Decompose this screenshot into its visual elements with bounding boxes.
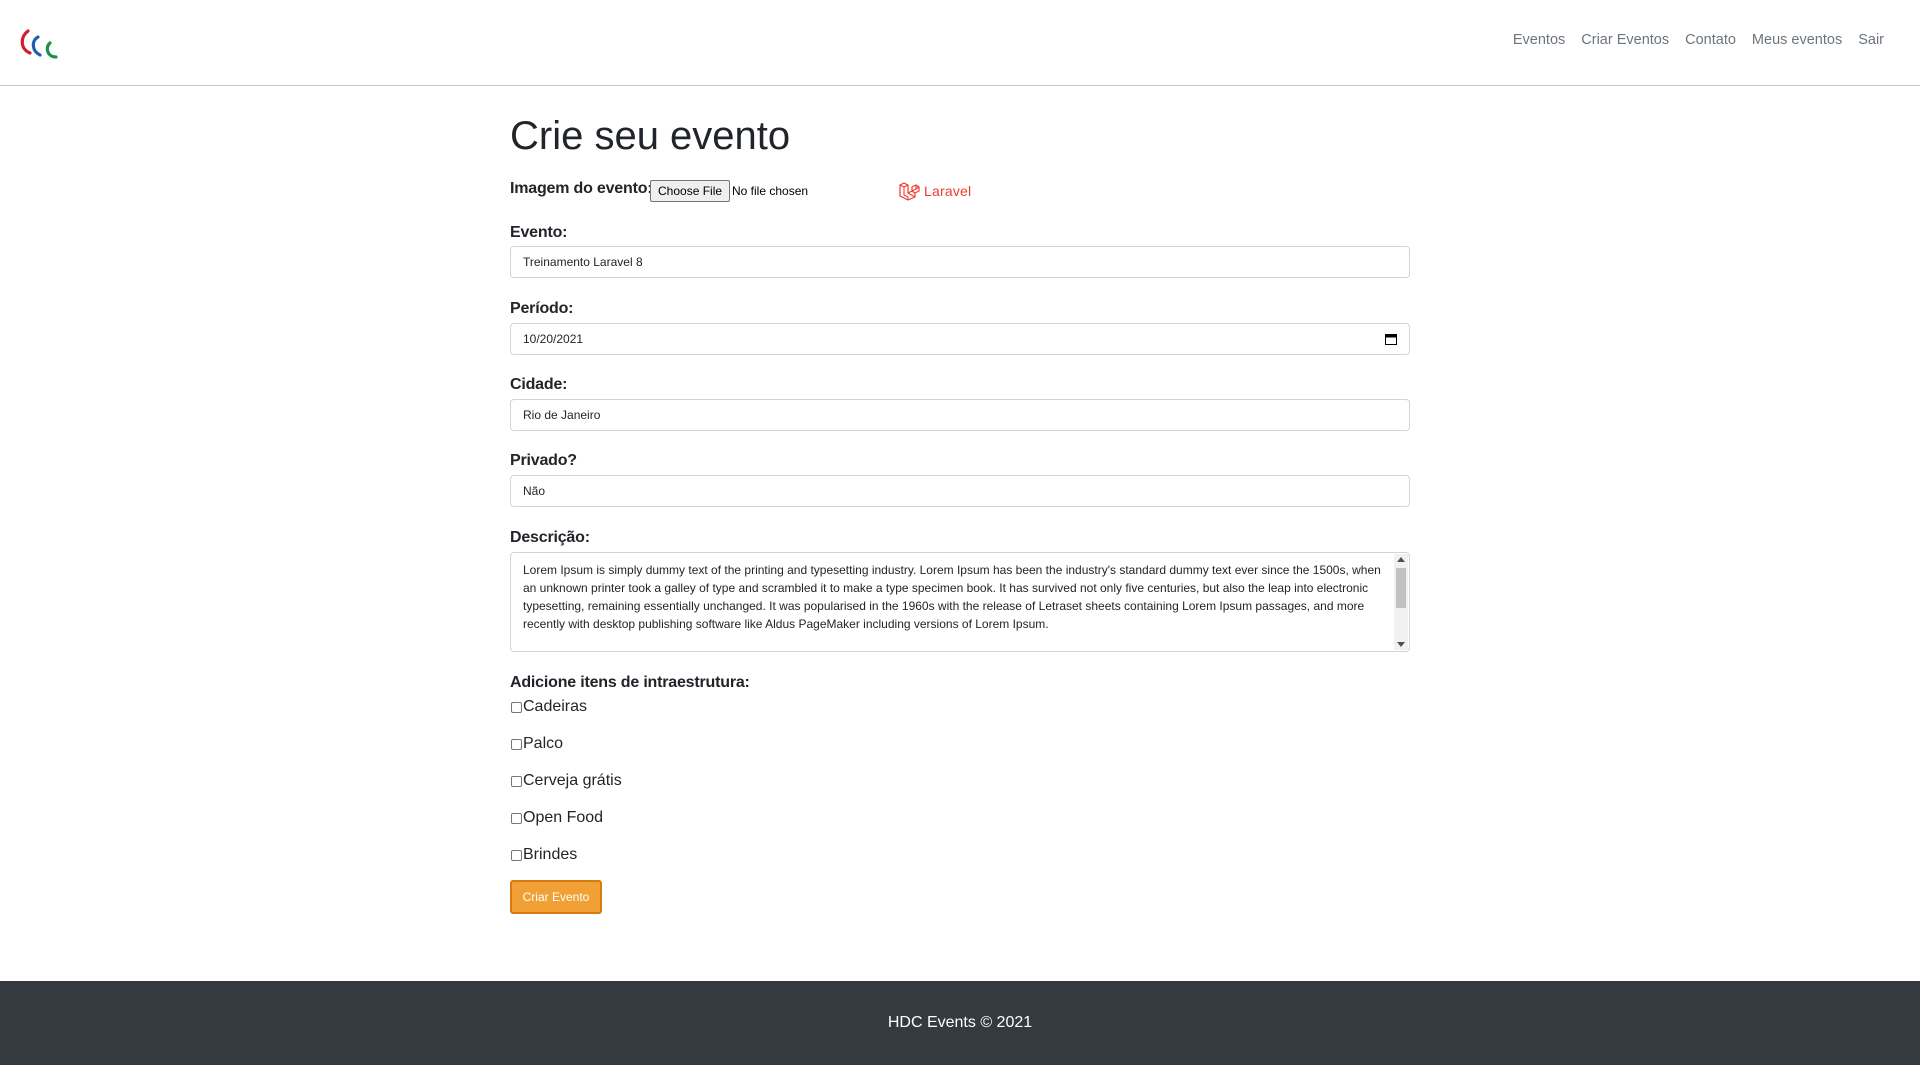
nav-link-contato[interactable]: Contato	[1677, 32, 1744, 48]
footer: HDC Events © 2021	[0, 981, 1920, 1065]
private-label: Privado?	[510, 452, 577, 469]
period-date-input[interactable]: 10/20/2021	[510, 323, 1410, 355]
create-event-button[interactable]: Criar Evento	[510, 880, 602, 914]
description-textarea[interactable]: Lorem Ipsum is simply dummy text of the …	[510, 552, 1410, 652]
laravel-logo-text: Laravel	[924, 183, 972, 199]
item-palco[interactable]: Palco	[510, 735, 563, 753]
city-label: Cidade:	[510, 376, 568, 393]
scroll-up-arrow-icon[interactable]	[1397, 557, 1405, 562]
checkbox-cerveja-gratis[interactable]	[511, 775, 522, 787]
checkbox-open-food[interactable]	[511, 812, 522, 824]
choose-file-button[interactable]: Choose File	[650, 180, 731, 202]
event-name-input[interactable]: Treinamento Laravel 8	[510, 246, 1410, 278]
item-label: Cerveja grátis	[523, 772, 622, 789]
description-label: Descrição:	[510, 529, 590, 546]
private-value: Não	[523, 484, 546, 498]
image-label: Imagem do evento:	[510, 180, 653, 197]
items-label: Adicione itens de intraestrutura:	[510, 674, 750, 691]
nav-links: Eventos Criar Eventos Contato Meus event…	[1505, 32, 1892, 48]
period-value: 10/20/2021	[523, 332, 584, 346]
nav-link-sair[interactable]: Sair	[1850, 32, 1892, 48]
item-label: Palco	[523, 735, 564, 752]
item-brindes[interactable]: Brindes	[510, 846, 577, 864]
footer-text: HDC Events © 2021	[887, 1014, 1033, 1031]
item-label: Brindes	[523, 846, 578, 863]
item-label: Cadeiras	[523, 698, 588, 715]
period-label: Período:	[510, 300, 574, 317]
calendar-icon[interactable]	[1385, 333, 1397, 345]
item-label: Open Food	[523, 809, 604, 826]
checkbox-cadeiras[interactable]	[511, 701, 522, 713]
navbar: Eventos Criar Eventos Contato Meus event…	[0, 0, 1920, 86]
scroll-down-arrow-icon[interactable]	[1397, 642, 1405, 647]
item-cerveja-gratis[interactable]: Cerveja grátis	[510, 772, 622, 790]
page-title: Crie seu evento	[510, 114, 791, 158]
checkbox-brindes[interactable]	[511, 849, 522, 861]
nav-link-meus-eventos[interactable]: Meus eventos	[1744, 32, 1850, 48]
description-value: Lorem Ipsum is simply dummy text of the …	[523, 563, 1381, 631]
city-value: Rio de Janeiro	[523, 408, 601, 422]
agitos-logo-icon[interactable]	[18, 27, 62, 61]
nav-link-criar-eventos[interactable]: Criar Eventos	[1573, 32, 1677, 48]
city-input[interactable]: Rio de Janeiro	[510, 399, 1410, 431]
laravel-logo: Laravel	[898, 181, 971, 201]
nav-link-eventos[interactable]: Eventos	[1505, 32, 1573, 48]
private-select[interactable]: Não	[510, 475, 1410, 507]
laravel-icon	[899, 182, 920, 201]
checkbox-palco[interactable]	[511, 738, 522, 750]
item-cadeiras[interactable]: Cadeiras	[510, 698, 587, 716]
item-open-food[interactable]: Open Food	[510, 809, 603, 827]
event-name-value: Treinamento Laravel 8	[523, 255, 643, 269]
description-scrollbar[interactable]	[1394, 554, 1408, 650]
file-status-text: No file chosen	[732, 184, 809, 198]
event-label: Evento:	[510, 224, 568, 241]
scroll-thumb[interactable]	[1396, 568, 1406, 608]
